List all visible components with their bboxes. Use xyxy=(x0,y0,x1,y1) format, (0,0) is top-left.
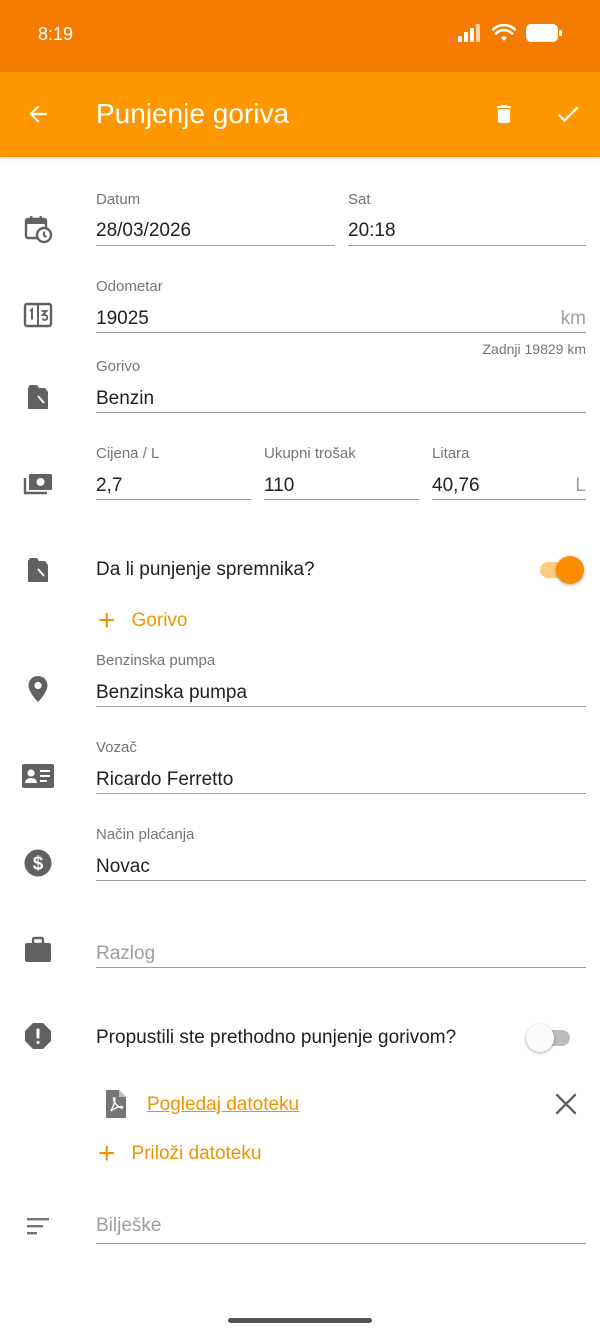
reason-underline xyxy=(96,967,586,968)
odometer-value[interactable]: 19025 xyxy=(96,308,149,330)
notes-field[interactable]: Bilješke xyxy=(96,1189,586,1245)
full-tank-switch-thumb xyxy=(556,556,584,584)
notes-placeholder[interactable]: Bilješke xyxy=(96,1215,161,1237)
alert-octagon-icon xyxy=(20,1018,56,1054)
time-label: Sat xyxy=(348,191,371,208)
status-time: 8:19 xyxy=(38,24,74,44)
payment-method-underline xyxy=(96,880,586,881)
total-cost-underline xyxy=(264,499,419,500)
save-check-icon[interactable] xyxy=(550,96,586,132)
notes-underline xyxy=(96,1243,586,1244)
driver-underline xyxy=(96,793,586,794)
fuel-can-icon xyxy=(20,551,56,587)
battery-icon xyxy=(526,24,562,47)
time-field[interactable]: Sat 20:18 xyxy=(348,191,586,247)
liters-field[interactable]: Litara 40,76 L xyxy=(432,445,586,501)
driver-field[interactable]: Vozač Ricardo Ferretto xyxy=(96,739,586,795)
plus-icon: + xyxy=(98,1137,116,1170)
close-icon[interactable] xyxy=(550,1088,582,1120)
app-bar: Punjenje goriva xyxy=(0,72,600,157)
svg-text:$: $ xyxy=(33,854,44,875)
total-cost-field[interactable]: Ukupni trošak 110 xyxy=(264,445,419,501)
missed-fillup-switch[interactable] xyxy=(526,1021,574,1053)
price-per-liter-field[interactable]: Cijena / L 2,7 xyxy=(96,445,251,501)
price-per-liter-value[interactable]: 2,7 xyxy=(96,475,122,497)
odometer-label: Odometar xyxy=(96,278,163,295)
map-pin-icon xyxy=(20,671,56,707)
total-cost-label: Ukupni trošak xyxy=(264,445,356,462)
status-icons xyxy=(458,23,562,47)
odometer-icon xyxy=(20,297,56,333)
driver-label: Vozač xyxy=(96,739,137,756)
full-tank-label: Da li punjenje spremnika? xyxy=(96,559,315,580)
liters-unit: L xyxy=(575,475,586,496)
payment-method-label: Način plaćanja xyxy=(96,826,195,843)
date-label: Datum xyxy=(96,191,141,208)
odometer-underline xyxy=(96,332,586,333)
odometer-unit: km xyxy=(560,308,586,329)
fuel-type-field[interactable]: Gorivo Benzin xyxy=(96,358,586,414)
total-cost-value[interactable]: 110 xyxy=(264,475,294,497)
gas-station-underline xyxy=(96,706,586,707)
back-arrow-icon[interactable] xyxy=(20,96,56,132)
liters-underline xyxy=(432,499,586,500)
odometer-last-helper: Zadnji 19829 km xyxy=(482,341,586,357)
time-value[interactable]: 20:18 xyxy=(348,220,396,242)
payment-method-field[interactable]: Način plaćanja Novac xyxy=(96,826,586,882)
cash-icon xyxy=(20,466,56,502)
add-fuel-button[interactable]: + Gorivo xyxy=(98,604,188,637)
reason-field[interactable]: Razlog xyxy=(96,913,586,969)
price-per-liter-label: Cijena / L xyxy=(96,445,160,462)
full-tank-switch[interactable] xyxy=(536,553,584,585)
odometer-field[interactable]: Odometar 19025 km xyxy=(96,278,586,334)
pdf-file-icon xyxy=(100,1087,132,1121)
driver-value[interactable]: Ricardo Ferretto xyxy=(96,769,233,791)
wifi-icon xyxy=(491,23,517,47)
page-title: Punjenje goriva xyxy=(96,98,290,129)
attach-file-button[interactable]: + Priloži datoteku xyxy=(98,1137,262,1170)
home-indicator[interactable] xyxy=(228,1318,372,1323)
reason-placeholder[interactable]: Razlog xyxy=(96,943,155,965)
liters-value[interactable]: 40,76 xyxy=(432,475,480,497)
fuel-can-icon xyxy=(20,378,56,414)
fuel-type-underline xyxy=(96,412,586,413)
date-field[interactable]: Datum 28/03/2026 xyxy=(96,191,335,247)
missed-fillup-label: Propustili ste prethodno punjenje gorivo… xyxy=(96,1027,457,1048)
plus-icon: + xyxy=(98,604,116,637)
gas-station-value[interactable]: Benzinska pumpa xyxy=(96,682,247,704)
id-card-icon xyxy=(20,758,56,794)
time-underline xyxy=(348,245,586,246)
liters-label: Litara xyxy=(432,445,470,462)
fuel-type-value[interactable]: Benzin xyxy=(96,388,154,410)
delete-trash-icon[interactable] xyxy=(486,96,522,132)
calendar-clock-icon xyxy=(20,211,56,247)
add-fuel-label: Gorivo xyxy=(131,610,188,631)
notes-lines-icon xyxy=(20,1208,56,1244)
signal-icon xyxy=(458,24,482,47)
gas-station-field[interactable]: Benzinska pumpa Benzinska pumpa xyxy=(96,652,586,708)
status-bar: 8:19 xyxy=(0,0,600,72)
view-file-link[interactable]: Pogledaj datoteku xyxy=(147,1094,299,1116)
fuel-type-label: Gorivo xyxy=(96,358,141,375)
date-underline xyxy=(96,245,335,246)
dollar-circle-icon: $ xyxy=(20,845,56,881)
gas-station-label: Benzinska pumpa xyxy=(96,652,216,669)
payment-method-value[interactable]: Novac xyxy=(96,856,150,878)
date-value[interactable]: 28/03/2026 xyxy=(96,220,191,242)
attach-file-label: Priloži datoteku xyxy=(131,1143,262,1164)
briefcase-icon xyxy=(20,932,56,968)
price-per-liter-underline xyxy=(96,499,251,500)
missed-fillup-switch-thumb xyxy=(526,1024,554,1052)
